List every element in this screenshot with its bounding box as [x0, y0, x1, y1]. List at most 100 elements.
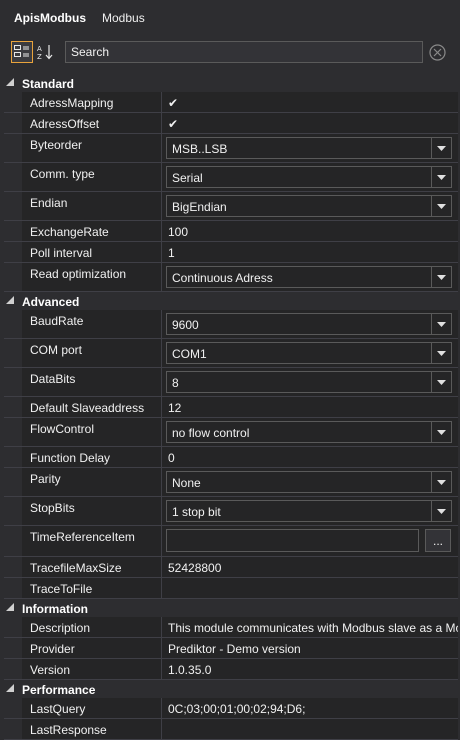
property-row-com-port[interactable]: COM port COM1 — [4, 339, 458, 368]
parity-dropdown[interactable]: None — [166, 471, 452, 493]
dropdown-button[interactable] — [431, 196, 451, 216]
property-row-exchange-rate[interactable]: ExchangeRate 100 — [4, 221, 458, 242]
category-label: Advanced — [22, 295, 80, 309]
category-label: Information — [22, 602, 88, 616]
dropdown-button[interactable] — [431, 372, 451, 392]
dropdown-button[interactable] — [431, 422, 451, 442]
dropdown-button[interactable] — [431, 314, 451, 334]
property-row-tracefile-max-size[interactable]: TracefileMaxSize 52428800 — [4, 557, 458, 578]
property-row-last-query[interactable]: LastQuery 0C;03;00;01;00;02;94;D6; — [4, 698, 458, 719]
expanded-triangle-icon[interactable] — [6, 684, 14, 692]
tracefile-max-size-value[interactable]: 52428800 — [162, 557, 458, 577]
dropdown-value: MSB..LSB — [172, 142, 228, 156]
property-name: Poll interval — [22, 242, 162, 262]
last-query-value[interactable]: 0C;03;00;01;00;02;94;D6; — [162, 698, 458, 718]
category-performance[interactable]: Performance — [4, 680, 458, 698]
last-response-value[interactable] — [162, 719, 458, 739]
expanded-triangle-icon[interactable] — [6, 603, 14, 611]
category-label: Standard — [22, 77, 75, 91]
comm-type-dropdown[interactable]: Serial — [166, 166, 452, 188]
category-advanced[interactable]: Advanced — [4, 292, 458, 310]
property-name: TracefileMaxSize — [22, 557, 162, 577]
provider-value[interactable]: Prediktor - Demo version — [162, 638, 458, 658]
property-row-data-bits[interactable]: DataBits 8 — [4, 368, 458, 397]
property-row-stop-bits[interactable]: StopBits 1 stop bit — [4, 497, 458, 526]
property-name: Endian — [22, 192, 162, 220]
property-name: Function Delay — [22, 447, 162, 467]
default-slaveaddress-value[interactable]: 12 — [162, 397, 458, 417]
property-row-flow-control[interactable]: FlowControl no flow control — [4, 418, 458, 447]
dropdown-arrow-icon — [437, 145, 446, 151]
property-row-parity[interactable]: Parity None — [4, 468, 458, 497]
category-label: Performance — [22, 683, 96, 697]
property-row-default-slaveaddress[interactable]: Default Slaveaddress 12 — [4, 397, 458, 418]
property-grid: Standard AdressMapping ✔ AdressOffset ✔ … — [4, 74, 458, 740]
property-row-version[interactable]: Version 1.0.35.0 — [4, 659, 458, 680]
category-standard[interactable]: Standard — [4, 74, 458, 92]
property-row-byteorder[interactable]: Byteorder MSB..LSB — [4, 134, 458, 163]
property-row-trace-to-file[interactable]: TraceToFile — [4, 578, 458, 599]
flow-control-dropdown[interactable]: no flow control — [166, 421, 452, 443]
dropdown-arrow-icon — [437, 174, 446, 180]
dropdown-button[interactable] — [431, 501, 451, 521]
property-row-provider[interactable]: Provider Prediktor - Demo version — [4, 638, 458, 659]
expanded-triangle-icon[interactable] — [6, 296, 14, 304]
dropdown-arrow-icon — [437, 379, 446, 385]
property-row-endian[interactable]: Endian BigEndian — [4, 192, 458, 221]
dropdown-button[interactable] — [431, 267, 451, 287]
dropdown-value: BigEndian — [172, 200, 227, 214]
property-name: BaudRate — [22, 310, 162, 338]
property-row-read-optimization[interactable]: Read optimization Continuous Adress — [4, 263, 458, 292]
dropdown-value: no flow control — [172, 426, 250, 440]
clear-search-icon[interactable] — [429, 44, 446, 61]
version-value[interactable]: 1.0.35.0 — [162, 659, 458, 679]
trace-to-file-checkbox[interactable] — [162, 578, 458, 598]
property-row-last-response[interactable]: LastResponse — [4, 719, 458, 740]
dropdown-value: 8 — [172, 376, 179, 390]
baud-rate-dropdown[interactable]: 9600 — [166, 313, 452, 335]
dropdown-arrow-icon — [437, 321, 446, 327]
data-bits-dropdown[interactable]: 8 — [166, 371, 452, 393]
search-input[interactable] — [65, 41, 423, 63]
property-row-baud-rate[interactable]: BaudRate 9600 — [4, 310, 458, 339]
property-name: DataBits — [22, 368, 162, 396]
property-row-comm-type[interactable]: Comm. type Serial — [4, 163, 458, 192]
byteorder-dropdown[interactable]: MSB..LSB — [166, 137, 452, 159]
dropdown-button[interactable] — [431, 472, 451, 492]
function-delay-value[interactable]: 0 — [162, 447, 458, 467]
property-name: AdressMapping — [22, 92, 162, 112]
dropdown-value: Serial — [172, 171, 203, 185]
endian-dropdown[interactable]: BigEndian — [166, 195, 452, 217]
description-value[interactable]: This module communicates with Modbus sla… — [162, 617, 458, 637]
time-reference-input[interactable] — [166, 529, 419, 552]
property-name: COM port — [22, 339, 162, 367]
adress-offset-checkbox[interactable]: ✔ — [168, 117, 178, 131]
object-type: Modbus — [102, 11, 145, 25]
property-row-time-reference-item[interactable]: TimeReferenceItem ... — [4, 526, 458, 557]
property-name: FlowControl — [22, 418, 162, 446]
expanded-triangle-icon[interactable] — [6, 78, 14, 86]
exchange-rate-value[interactable]: 100 — [162, 221, 458, 241]
property-row-function-delay[interactable]: Function Delay 0 — [4, 447, 458, 468]
com-port-dropdown[interactable]: COM1 — [166, 342, 452, 364]
dropdown-button[interactable] — [431, 167, 451, 187]
dropdown-arrow-icon — [437, 274, 446, 280]
property-name: LastQuery — [22, 698, 162, 718]
property-row-adress-offset[interactable]: AdressOffset ✔ — [4, 113, 458, 134]
browse-button[interactable]: ... — [425, 529, 451, 552]
property-row-description[interactable]: Description This module communicates wit… — [4, 617, 458, 638]
dropdown-button[interactable] — [431, 138, 451, 158]
read-optimization-dropdown[interactable]: Continuous Adress — [166, 266, 452, 288]
stop-bits-dropdown[interactable]: 1 stop bit — [166, 500, 452, 522]
alphabetical-sort-button[interactable]: A Z — [35, 41, 57, 63]
adress-mapping-checkbox[interactable]: ✔ — [168, 96, 178, 110]
poll-interval-value[interactable]: 1 — [162, 242, 458, 262]
property-row-poll-interval[interactable]: Poll interval 1 — [4, 242, 458, 263]
category-information[interactable]: Information — [4, 599, 458, 617]
dropdown-button[interactable] — [431, 343, 451, 363]
svg-text:A: A — [37, 45, 42, 53]
property-name: Version — [22, 659, 162, 679]
property-name: TimeReferenceItem — [22, 526, 162, 556]
categorized-view-button[interactable] — [11, 41, 33, 63]
property-row-adress-mapping[interactable]: AdressMapping ✔ — [4, 92, 458, 113]
